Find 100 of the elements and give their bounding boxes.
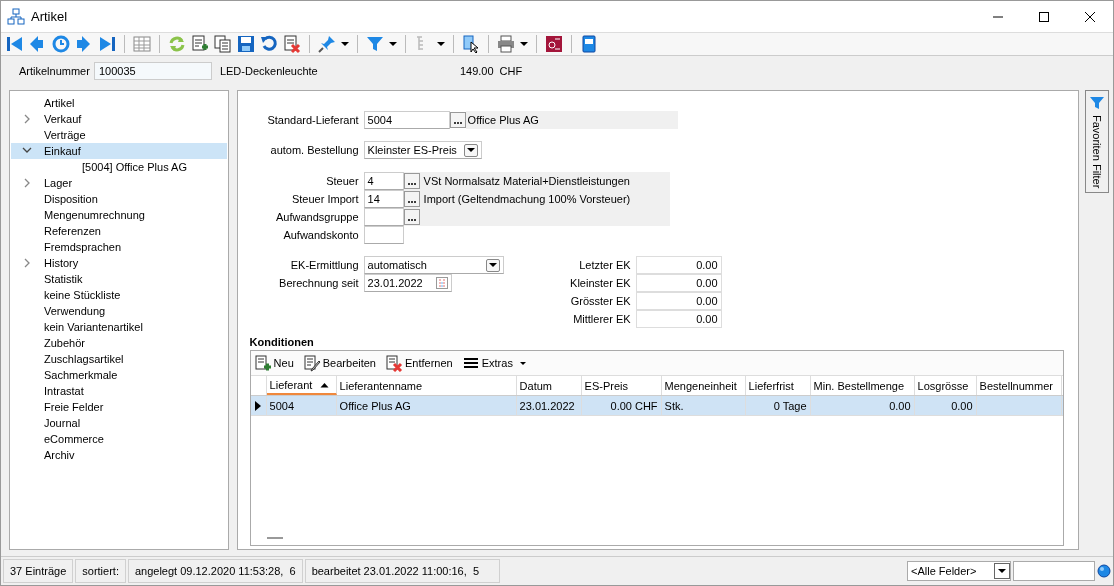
printer-icon[interactable] xyxy=(496,34,516,54)
caret-icon xyxy=(465,146,476,154)
dropdown-button[interactable] xyxy=(485,258,500,272)
tree-item[interactable]: eCommerce xyxy=(11,431,227,447)
date-field[interactable]: 23.01.2022 xyxy=(363,274,452,292)
toolbar-button[interactable]: Entfernen xyxy=(386,354,453,372)
tree-item[interactable]: Statistik xyxy=(11,271,227,287)
tree-item[interactable]: Sachmerkmale xyxy=(11,367,227,383)
calendar-icon[interactable] xyxy=(435,277,448,289)
tree-item[interactable]: Artikel xyxy=(11,95,227,111)
field-label: Aufwandskonto xyxy=(282,229,360,241)
column-header[interactable]: Datum xyxy=(516,376,582,395)
supplier-name: Office Plus AG xyxy=(467,114,539,126)
column-header[interactable]: Lieferantenname xyxy=(336,376,517,395)
extras-menu-button[interactable]: Extras xyxy=(462,354,527,372)
order-dropdown[interactable]: Kleinster ES-Preis xyxy=(363,141,482,159)
status-text: angelegt 09.12.2020 11:53:28, 6 xyxy=(127,559,303,583)
first-record-icon[interactable] xyxy=(5,34,25,54)
table-cell: 0 Tage xyxy=(745,396,811,415)
last-record-icon[interactable] xyxy=(97,34,117,54)
tree-item[interactable]: Lager xyxy=(11,175,227,191)
field-label: Kleinster EK xyxy=(569,277,632,289)
new-record-icon xyxy=(254,354,272,372)
tree-item[interactable]: Fremdsprachen xyxy=(11,239,227,255)
tree-item[interactable]: kein Variantenartikel xyxy=(11,319,227,335)
method-dropdown[interactable]: automatisch xyxy=(363,256,504,274)
save-icon[interactable] xyxy=(236,34,256,54)
table-row[interactable]: 5004 Office Plus AG 23.01.2022 0.00 CHF Stk. 0 Tage 0.00 0.00 xyxy=(250,396,1063,416)
section-title: Konditionen xyxy=(249,336,315,348)
field-label: Berechnung seit xyxy=(278,277,360,289)
tree-item[interactable]: Einkauf xyxy=(11,143,227,159)
tree-item[interactable]: History xyxy=(11,255,227,271)
account-field[interactable] xyxy=(363,226,404,244)
field-label: Steuer xyxy=(325,175,360,187)
new-document-icon[interactable] xyxy=(190,34,210,54)
tree-item[interactable]: keine Stückliste xyxy=(11,287,227,303)
status-text: 37 Einträge xyxy=(3,559,74,583)
caret-icon[interactable] xyxy=(519,40,529,48)
tree-item[interactable]: Verkauf xyxy=(11,111,227,127)
history-icon[interactable] xyxy=(51,34,71,54)
article-number-field[interactable]: 100035 xyxy=(93,62,212,80)
column-header[interactable]: Losgrösse xyxy=(914,376,977,395)
column-header[interactable]: Lieferfrist xyxy=(745,376,811,395)
undo-icon[interactable] xyxy=(259,34,279,54)
tax-description: VSt Normalsatz Material+Dienstleistungen xyxy=(423,175,630,187)
field-label: Letzter EK xyxy=(578,259,632,271)
ellipsis-icon xyxy=(406,200,417,204)
column-header[interactable]: ES-Preis xyxy=(581,376,662,395)
tree-item[interactable]: Intrastat xyxy=(11,383,227,399)
tree-item[interactable]: Verwendung xyxy=(11,303,227,319)
tree-item[interactable]: Mengenumrechnung xyxy=(11,207,227,223)
delete-document-icon[interactable] xyxy=(282,34,302,54)
amount-field[interactable]: 0.00 xyxy=(635,310,722,328)
field-dropdown[interactable]: <Alle Felder> xyxy=(907,561,1011,581)
tree-item[interactable]: Journal xyxy=(11,415,227,431)
table-cell: 0.00 xyxy=(914,396,977,415)
tree-item[interactable]: Archiv xyxy=(11,447,227,463)
row-pointer-icon xyxy=(255,400,262,411)
tree-item[interactable]: Freie Felder xyxy=(11,399,227,415)
supplier-field[interactable]: 5004 xyxy=(363,111,450,129)
window-icon xyxy=(7,7,25,26)
column-header[interactable]: Bestellnummer xyxy=(976,376,1062,395)
tax-code-field[interactable]: 14 xyxy=(363,190,404,208)
tree-item[interactable]: [5004] Office Plus AG xyxy=(11,159,227,175)
book-icon[interactable] xyxy=(579,34,599,54)
amount-field[interactable]: 0.00 xyxy=(635,256,722,274)
toolbar-button[interactable]: Neu xyxy=(254,354,294,372)
amount-field[interactable]: 0.00 xyxy=(635,292,722,310)
dropdown-button[interactable] xyxy=(463,143,478,157)
tree-item[interactable]: Referenzen xyxy=(11,223,227,239)
field-label: EK-Ermittlung xyxy=(289,259,360,271)
pointer-icon[interactable] xyxy=(461,34,481,54)
table-cell: Stk. xyxy=(661,396,746,415)
window-title: Artikel xyxy=(31,9,69,24)
caret-icon[interactable] xyxy=(436,40,446,48)
pin-icon[interactable] xyxy=(317,34,337,54)
favorites-filter-tab[interactable]: Favoriten Filter xyxy=(1085,90,1109,194)
maximize-icon xyxy=(1038,10,1050,23)
globe-icon[interactable] xyxy=(1097,564,1111,578)
tree-item[interactable]: Zuschlagsartikel xyxy=(11,351,227,367)
close-icon xyxy=(1084,10,1096,23)
toolbar-button[interactable]: Bearbeiten xyxy=(303,354,376,372)
tree-item[interactable]: Disposition xyxy=(11,191,227,207)
caret-icon[interactable] xyxy=(340,40,350,48)
amount-field[interactable]: 0.00 xyxy=(635,274,722,292)
caret-icon[interactable] xyxy=(388,40,398,48)
ellipsis-icon xyxy=(406,182,417,186)
tax-code-field[interactable]: 4 xyxy=(363,172,404,190)
delete-icon xyxy=(386,354,403,372)
column-header[interactable]: Mengeneinheit xyxy=(661,376,746,395)
exchange-icon[interactable] xyxy=(544,34,564,54)
copy-icon[interactable] xyxy=(213,34,233,54)
column-header[interactable]: Min. Bestellmenge xyxy=(810,376,915,395)
tree-item[interactable]: Verträge xyxy=(11,127,227,143)
ellipsis-icon xyxy=(452,121,463,125)
tree-item[interactable]: Zubehör xyxy=(11,335,227,351)
search-field[interactable] xyxy=(1013,561,1095,581)
caret-icon xyxy=(997,567,1007,575)
account-field[interactable] xyxy=(363,208,404,226)
table-cell: 5004 xyxy=(266,396,337,415)
